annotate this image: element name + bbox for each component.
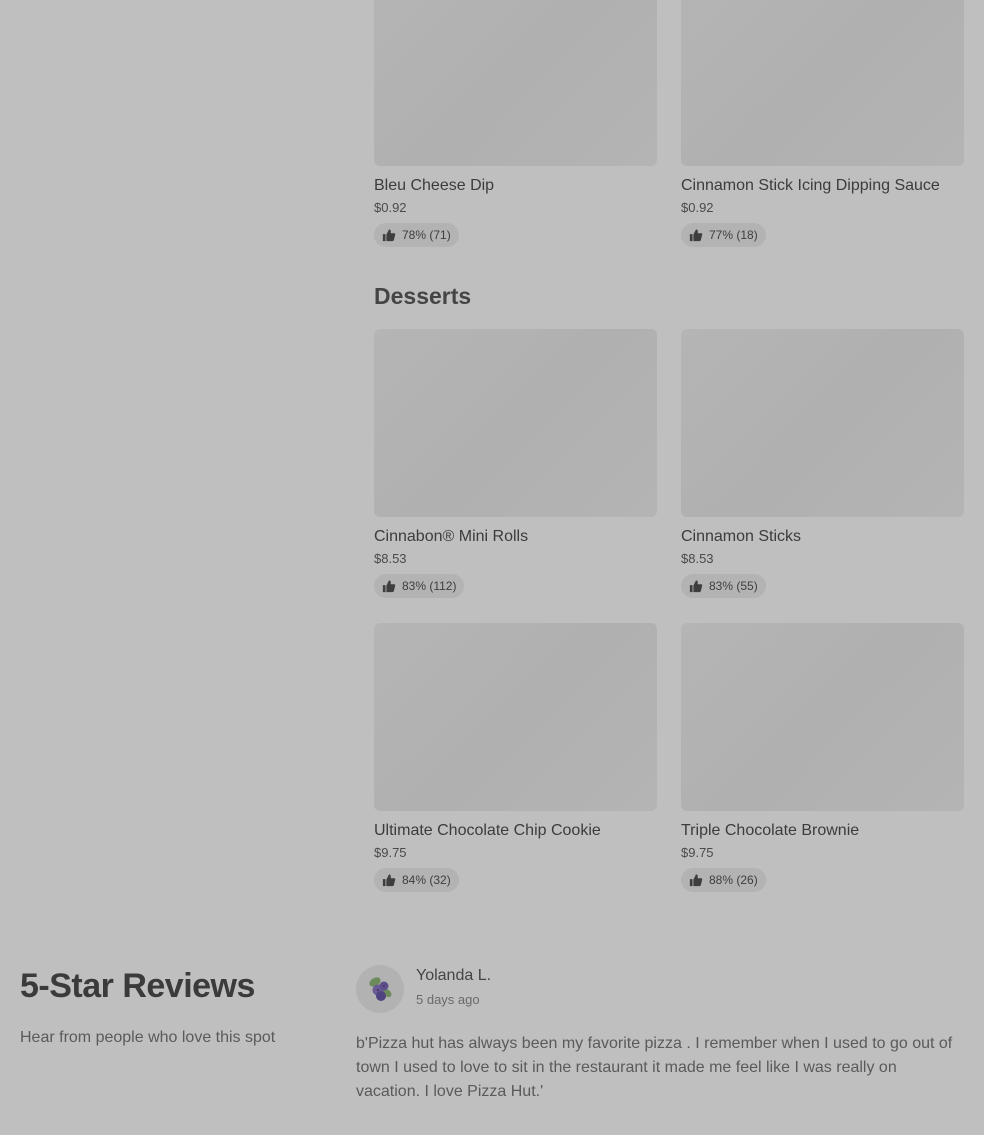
thumbs-up-icon [689, 874, 703, 887]
menu-item-card[interactable]: Cinnabon® Mini Rolls $8.53 83% (112) [374, 329, 657, 598]
menu-item-price: $8.53 [681, 551, 714, 566]
menu-item-price: $9.75 [681, 845, 714, 860]
rating-text: 83% (112) [402, 579, 457, 593]
reviews-title: 5-Star Reviews [20, 967, 255, 1005]
menu-item-name: Cinnabon® Mini Rolls [374, 528, 529, 545]
rating-text: 77% (18) [709, 228, 758, 242]
rating-text: 78% (71) [402, 228, 451, 242]
thumbs-up-icon [382, 229, 396, 242]
menu-item-name: Cinnamon Stick Icing Dipping Sauce [681, 177, 940, 194]
menu-item-card[interactable]: Ultimate Chocolate Chip Cookie $9.75 84%… [374, 623, 657, 892]
menu-item-name: Cinnamon Sticks [681, 528, 802, 545]
rating-badge: 83% (112) [374, 574, 465, 598]
desserts-grid: Cinnabon® Mini Rolls $8.53 83% (112) Cin… [374, 329, 964, 892]
menu-item-image[interactable] [374, 329, 657, 517]
menu-item-image[interactable] [681, 0, 964, 166]
review-date: 5 days ago [416, 992, 480, 1007]
thumbs-up-icon [689, 229, 703, 242]
menu-item-card[interactable]: Triple Chocolate Brownie $9.75 88% (26) [681, 623, 964, 892]
menu-item-price: $8.53 [374, 551, 407, 566]
reviews-header: 5-Star Reviews Hear from people who love… [20, 965, 275, 1049]
thumbs-up-icon [382, 580, 396, 593]
reviewer-avatar [356, 965, 404, 1013]
menu-item-card[interactable]: Cinnamon Sticks $8.53 83% (55) [681, 329, 964, 598]
rating-badge: 84% (32) [374, 868, 459, 892]
menu-item-name: Ultimate Chocolate Chip Cookie [374, 822, 601, 839]
sides-grid: Bleu Cheese Dip $0.92 78% (71) Cinnamon … [374, 0, 964, 247]
menu-item-name: Bleu Cheese Dip [374, 177, 495, 194]
menu-item-card[interactable]: Cinnamon Stick Icing Dipping Sauce $0.92… [681, 0, 964, 247]
rating-text: 84% (32) [402, 873, 451, 887]
menu-item-image[interactable] [374, 0, 657, 166]
review-text: b'Pizza hut has always been my favorite … [356, 1035, 953, 1100]
rating-badge: 77% (18) [681, 223, 766, 247]
section-title-desserts: Desserts [374, 283, 472, 309]
menu-item-image[interactable] [681, 329, 964, 517]
rating-badge: 83% (55) [681, 574, 766, 598]
rating-text: 88% (26) [709, 873, 758, 887]
menu-item-price: $0.92 [374, 200, 407, 215]
rating-text: 83% (55) [709, 579, 758, 593]
rating-badge: 78% (71) [374, 223, 459, 247]
thumbs-up-icon [689, 580, 703, 593]
menu-item-price: $0.92 [681, 200, 714, 215]
blueberry-avatar-icon [369, 977, 392, 1001]
menu-item-image[interactable] [374, 623, 657, 811]
menu-item-card[interactable]: Bleu Cheese Dip $0.92 78% (71) [374, 0, 657, 247]
reviews-subtitle: Hear from people who love this spot [20, 1029, 276, 1046]
reviewer-name: Yolanda L. [416, 967, 492, 984]
menu-item-price: $9.75 [374, 845, 407, 860]
thumbs-up-icon [382, 874, 396, 887]
menu-item-image[interactable] [681, 623, 964, 811]
rating-badge: 88% (26) [681, 868, 766, 892]
menu-item-name: Triple Chocolate Brownie [681, 822, 860, 839]
